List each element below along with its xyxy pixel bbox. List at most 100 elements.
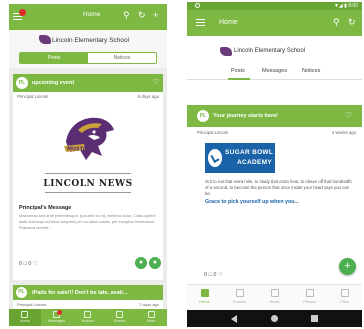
post-author: Principal Lincoln <box>197 130 229 135</box>
bottom-navigation: Home Events News Photos Files <box>187 284 362 310</box>
top-app-bar: Home ⚲ ↻ + <box>9 4 167 30</box>
nav-more[interactable]: More <box>135 309 167 326</box>
recent-apps-icon[interactable] <box>311 315 318 322</box>
home-icon <box>21 311 29 318</box>
message-body: Maecenas sed ante pellentesque, posuere … <box>19 213 156 230</box>
divider <box>45 173 131 174</box>
tab-messages[interactable]: Messages <box>262 68 287 74</box>
calendar-icon <box>235 289 244 297</box>
status-circle-icon <box>195 3 200 8</box>
share-button[interactable]: ● <box>149 257 161 269</box>
add-button[interactable]: + <box>339 258 356 275</box>
divider <box>45 192 131 193</box>
post-card[interactable]: PL upcoming event ♡ Principal Lincoln 6 … <box>13 74 163 280</box>
posts-notices-toggle: Posts Notices <box>19 52 157 64</box>
post-time: 4 weeks ago <box>331 130 356 135</box>
system-navigation-bar <box>187 310 362 327</box>
nav-home[interactable]: Home <box>9 309 41 326</box>
nav-label: Messages <box>47 319 66 323</box>
nav-news[interactable]: News <box>257 285 292 310</box>
ski-icon <box>208 149 222 167</box>
nav-label: News <box>269 299 280 304</box>
photos-icon <box>305 289 314 297</box>
notification-badge <box>57 310 63 315</box>
post-counts: 0 □ 0 ♡ <box>204 272 223 278</box>
school-name: Lincoln Elementary School <box>52 37 129 44</box>
nav-label: Events <box>113 319 126 323</box>
heart-icon[interactable]: ♡ <box>153 78 159 86</box>
nav-label: More <box>146 319 156 323</box>
post-title: upcoming event <box>32 80 75 86</box>
post-author: Principal Lincoln <box>17 94 49 99</box>
svg-text:MUSTANGS: MUSTANGS <box>67 147 99 153</box>
screenshot-stage: Home ⚲ ↻ + Lincoln Elementary School Pos… <box>0 0 364 329</box>
nav-label: Events <box>233 299 246 304</box>
avatar: PL <box>197 110 209 122</box>
post-card[interactable]: PL iPads for sale!!! Don't be late, avai… <box>13 285 163 309</box>
tab-notices[interactable]: Notices <box>302 68 320 74</box>
home-icon <box>200 289 209 297</box>
right-phone-screen: ▼◢ ▮ 8:00 Home ⚲ ↻ Lincoln Elementary Sc… <box>187 2 362 327</box>
nav-messages[interactable]: Messages <box>41 309 73 326</box>
bottom-navigation: Home Messages Notices Events More <box>9 309 167 326</box>
avatar: PL <box>16 287 27 298</box>
nav-label: Home <box>19 319 30 323</box>
sugar-bowl-academy-logo: SUGAR BOWL ACADEMY <box>205 143 275 173</box>
nav-home[interactable]: Home <box>187 285 222 310</box>
post-card-header[interactable]: PL Your journey starts here! ♡ <box>187 105 362 127</box>
nav-events[interactable]: Events <box>104 309 136 326</box>
status-indicators: ▼◢ ▮ 8:00 <box>333 3 358 9</box>
nav-label: Files <box>340 299 349 304</box>
post-counts: 0 □ 0 ♡ <box>19 261 38 267</box>
home-button-icon[interactable] <box>271 315 278 322</box>
app-title: Home <box>219 19 238 26</box>
notification-dot-icon <box>19 9 26 16</box>
post-author: Principal Lincoln <box>17 302 47 307</box>
nav-notices[interactable]: Notices <box>72 309 104 326</box>
post-card-header: PL upcoming event ♡ <box>13 74 163 92</box>
refresh-icon[interactable]: ↻ <box>348 17 356 27</box>
app-title: Home <box>83 11 101 18</box>
avatar: PL <box>16 77 28 89</box>
back-icon[interactable] <box>231 315 237 323</box>
search-icon[interactable]: ⚲ <box>123 10 130 20</box>
more-icon <box>147 311 155 318</box>
nav-label: Photos <box>303 299 316 304</box>
post-time: 2 days ago <box>139 302 159 307</box>
menu-icon[interactable] <box>196 19 205 26</box>
status-bar: ▼◢ ▮ 8:00 <box>187 2 362 10</box>
left-phone-screen: Home ⚲ ↻ + Lincoln Elementary School Pos… <box>9 4 167 326</box>
school-logo-icon <box>39 35 51 44</box>
school-header: Lincoln Elementary School Posts Messages… <box>187 36 362 80</box>
school-logo-icon <box>220 47 232 56</box>
notices-icon <box>84 311 92 318</box>
nav-photos[interactable]: Photos <box>292 285 327 310</box>
files-icon <box>340 289 349 297</box>
segment-notices[interactable]: Notices <box>88 53 156 63</box>
refresh-icon[interactable]: ↻ <box>138 10 146 20</box>
calendar-icon <box>116 311 124 318</box>
message-title: Principal's Message <box>19 205 72 211</box>
logo-line-2: ACADEMY <box>237 159 272 166</box>
nav-label: Home <box>199 299 210 304</box>
mustangs-mascot-logo: MUSTANGS <box>64 117 114 160</box>
heart-icon[interactable]: ♡ <box>345 111 352 120</box>
segment-posts[interactable]: Posts <box>20 53 88 63</box>
post-link[interactable]: Grace to pick yourself up when you... <box>205 199 299 205</box>
post-title: Your journey starts here! <box>213 113 278 119</box>
content-tabs: Posts Messages Notices <box>187 68 362 80</box>
post-title: iPads for sale!!! Don't be late, avail..… <box>32 290 128 296</box>
post-time: 6 days ago <box>137 94 159 99</box>
active-tab-indicator <box>228 78 250 80</box>
nav-label: Notices <box>81 319 95 323</box>
nav-files[interactable]: Files <box>327 285 362 310</box>
search-icon[interactable]: ⚲ <box>333 17 340 27</box>
news-title: LINCOLN NEWS <box>43 179 133 189</box>
tab-posts[interactable]: Posts <box>231 68 245 74</box>
add-icon[interactable]: + <box>153 10 158 20</box>
post-card-header: PL iPads for sale!!! Don't be late, avai… <box>13 285 163 300</box>
nav-events[interactable]: Events <box>222 285 257 310</box>
comment-button[interactable]: ● <box>135 257 147 269</box>
school-header: Lincoln Elementary School Posts Notices <box>9 30 167 68</box>
school-name: Lincoln Elementary School <box>234 48 306 54</box>
